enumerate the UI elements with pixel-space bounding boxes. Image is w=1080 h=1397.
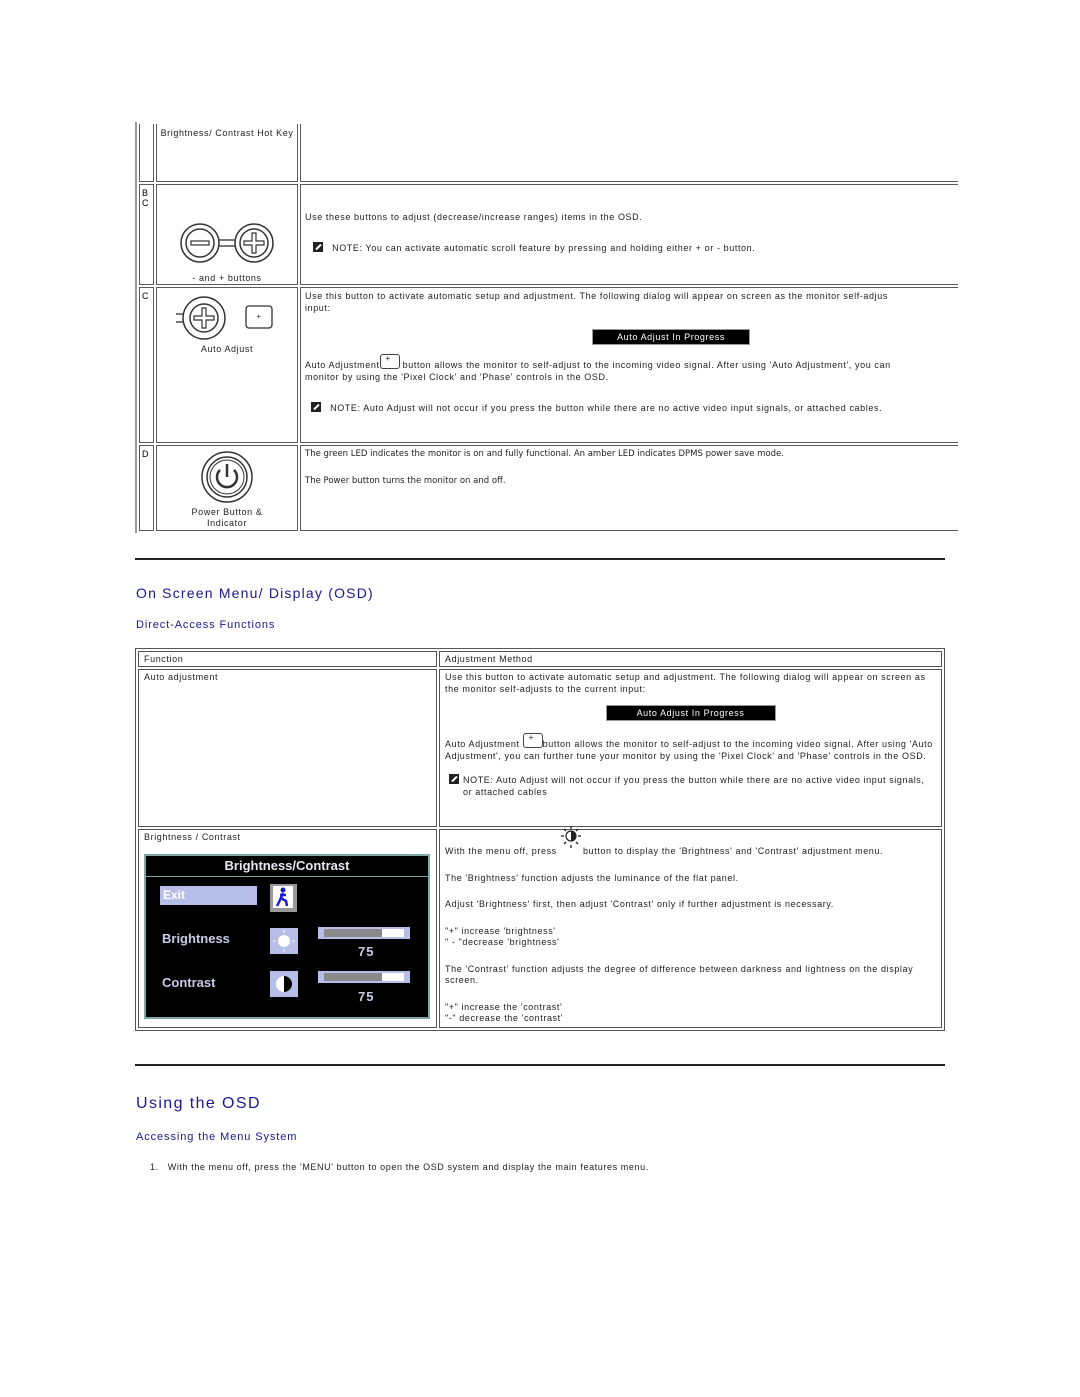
- hotkey-desc: [300, 124, 958, 182]
- row-letter: [139, 124, 154, 182]
- section-divider: [135, 1064, 945, 1066]
- power-caption-line1: Power Button &: [191, 507, 263, 517]
- steps-list: 1. With the menu off, press the 'MENU' bu…: [150, 1162, 649, 1172]
- direct-access-table: Function Adjustment Method Auto adjustme…: [135, 648, 945, 1031]
- header-adjustment-method: Adjustment Method: [439, 651, 942, 667]
- step-text: With the menu off, press the 'MENU' butt…: [167, 1162, 649, 1172]
- power-caption-line2: Indicator: [207, 518, 247, 528]
- desc-text: Use these buttons to adjust (decrease/in…: [305, 212, 643, 222]
- desc-text: "+" increase 'brightness': [445, 925, 556, 936]
- contrast-slider: [318, 971, 410, 983]
- desc-text: Adjust 'Brightness' first, then adjust '…: [445, 899, 834, 909]
- table-row: Brightness / Contrast Brightness/Contras…: [138, 826, 942, 1028]
- svg-text:+: +: [256, 312, 261, 321]
- hotkey-caption: Brightness/ Contrast Hot Key: [160, 128, 294, 138]
- section-divider: [135, 558, 945, 560]
- desc-text: Use this button to activate automatic se…: [445, 672, 926, 694]
- desc-text: Auto Adjustment: [305, 360, 380, 370]
- direct-access-subtitle: Direct-Access Functions: [136, 619, 276, 631]
- contrast-icon: [270, 971, 298, 997]
- list-item: 1. With the menu off, press the 'MENU' bu…: [150, 1162, 649, 1172]
- auto-adjust-button-icon: +: [176, 296, 273, 340]
- osd-exit-item: Exit: [160, 886, 257, 905]
- hotkey-cell: Brightness/ Contrast Hot Key: [156, 124, 298, 182]
- contrast-value: 75: [358, 989, 375, 1004]
- power-button-icon: [201, 451, 253, 503]
- note-text: NOTE: Auto Adjust will not occur if you …: [463, 775, 925, 797]
- brightness-contrast-osd-image: Brightness/Contrast Exit Brightness 75 C…: [144, 854, 430, 1019]
- accessing-menu-subtitle: Accessing the Menu System: [136, 1131, 298, 1143]
- desc-text: input:: [305, 302, 331, 313]
- function-label: Brightness / Contrast: [144, 832, 241, 842]
- table-row: D Power Button & Indicator The green LED…: [139, 445, 958, 531]
- auto-adjust-icon: [522, 732, 543, 748]
- sun-icon: [270, 928, 298, 954]
- auto-adjustment-method: Use this button to activate automatic se…: [439, 669, 942, 827]
- table-row: Auto adjustment Use this button to activ…: [138, 669, 942, 827]
- table-row: Brightness/ Contrast Hot Key: [139, 124, 958, 182]
- function-brightness-contrast: Brightness / Contrast Brightness/Contras…: [138, 829, 437, 1028]
- brightness-slider: [318, 927, 410, 939]
- desc-text: The 'Contrast' function adjusts the degr…: [445, 963, 914, 986]
- desc-text: monitor by using the 'Pixel Clock' and '…: [305, 371, 609, 382]
- minus-plus-cell: - and + buttons: [156, 184, 298, 285]
- note-icon: [449, 774, 459, 784]
- desc-text: " - "decrease 'brightness': [445, 937, 560, 947]
- desc-text: button allows the monitor to self-adjust…: [399, 360, 891, 370]
- desc-text: The green LED indicates the monitor is o…: [305, 449, 784, 459]
- brightness-hotkey-icon: [560, 826, 581, 854]
- desc-text: The 'Brightness' function adjusts the lu…: [445, 872, 739, 883]
- auto-adjust-icon: [379, 354, 400, 369]
- desc-text: The Power button turns the monitor on an…: [305, 475, 506, 486]
- note-text: NOTE: Auto Adjust will not occur if you …: [330, 403, 883, 413]
- power-cell: Power Button & Indicator: [156, 445, 298, 531]
- osd-section-title: On Screen Menu/ Display (OSD): [136, 585, 374, 601]
- row-letter: D: [139, 445, 154, 531]
- header-function: Function: [138, 651, 437, 667]
- brightness-value: 75: [358, 944, 375, 959]
- auto-adjust-desc: Use this button to activate automatic se…: [300, 287, 958, 443]
- exit-icon: [270, 884, 297, 912]
- note-text: NOTE: You can activate automatic scroll …: [332, 242, 756, 253]
- auto-adjust-caption: Auto Adjust: [200, 344, 254, 354]
- row-letter: C: [139, 287, 154, 443]
- osd-contrast-label: Contrast: [162, 975, 216, 990]
- table-row: C + Auto Adjust Use this button to activ…: [139, 287, 958, 443]
- table-header-row: Function Adjustment Method: [138, 651, 942, 667]
- desc-text: With the menu off, press: [445, 846, 560, 856]
- auto-adjust-dialog: Auto Adjust In Progress: [592, 329, 750, 345]
- using-osd-title: Using the OSD: [136, 1095, 261, 1112]
- row-letter: B C: [139, 184, 154, 285]
- note-icon: [313, 241, 323, 252]
- auto-adjust-dialog: Auto Adjust In Progress: [605, 705, 776, 721]
- table-row: B C - and + buttons Use these buttons to…: [139, 184, 958, 285]
- minus-plus-buttons-icon: [180, 223, 274, 263]
- desc-text: Use this button to activate automatic se…: [305, 291, 888, 301]
- buttons-table: Brightness/ Contrast Hot Key B C - and +…: [135, 122, 960, 533]
- function-auto-adjustment: Auto adjustment: [138, 669, 437, 827]
- osd-brightness-label: Brightness: [162, 931, 230, 946]
- minus-plus-desc: Use these buttons to adjust (decrease/in…: [300, 184, 958, 285]
- osd-title: Brightness/Contrast: [146, 856, 428, 877]
- power-desc: The green LED indicates the monitor is o…: [300, 445, 958, 531]
- desc-text: Auto Adjustment: [445, 739, 523, 749]
- minus-plus-caption: - and + buttons: [192, 273, 262, 283]
- desc-text: button to display the 'Brightness' and '…: [579, 846, 884, 856]
- brightness-contrast-method: With the menu off, press button to displ…: [439, 826, 942, 1028]
- desc-text: "+" increase the 'contrast': [445, 1001, 563, 1012]
- note-icon: [311, 402, 321, 412]
- auto-adjust-cell: + Auto Adjust: [156, 287, 298, 443]
- desc-text: "-" decrease the 'contrast': [445, 1013, 564, 1023]
